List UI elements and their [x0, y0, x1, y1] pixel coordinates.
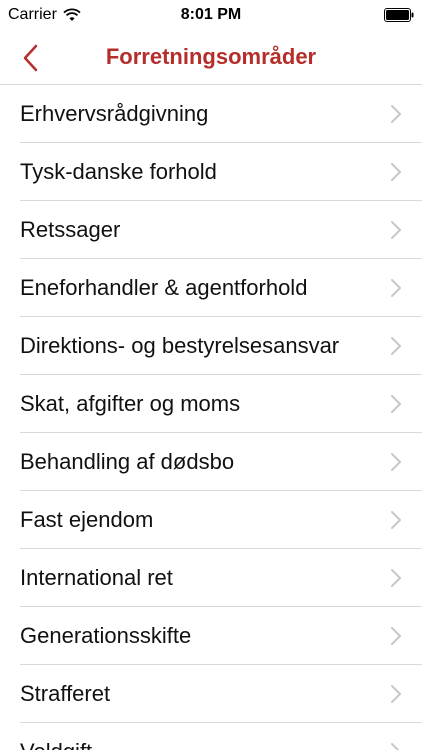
list-item-label: Voldgift — [20, 739, 92, 750]
navigation-bar: Forretningsområder — [0, 30, 422, 85]
chevron-right-icon — [391, 627, 401, 645]
chevron-right-icon — [391, 685, 401, 703]
list-item[interactable]: Direktions- og bestyrelsesansvar — [20, 317, 422, 375]
chevron-right-icon — [391, 105, 401, 123]
chevron-right-icon — [391, 395, 401, 413]
list-item[interactable]: Generationsskifte — [20, 607, 422, 665]
chevron-right-icon — [391, 279, 401, 297]
screen: Carrier 8:01 PM Forretningsområder Erhve… — [0, 0, 422, 750]
list-item[interactable]: Tysk-danske forhold — [20, 143, 422, 201]
list-item-label: International ret — [20, 565, 173, 590]
chevron-right-icon — [391, 453, 401, 471]
chevron-right-icon — [391, 221, 401, 239]
chevron-right-icon — [391, 569, 401, 587]
chevron-right-icon — [391, 163, 401, 181]
battery-icon — [384, 8, 414, 22]
list-item-label: Behandling af dødsbo — [20, 449, 235, 474]
list-item-label: Erhvervsrådgivning — [20, 101, 209, 126]
list-item[interactable]: Fast ejendom — [20, 491, 422, 549]
list-item[interactable]: Retssager — [20, 201, 422, 259]
status-bar: Carrier 8:01 PM — [0, 0, 422, 30]
list-item[interactable]: Erhvervsrådgivning — [20, 85, 422, 143]
chevron-right-icon — [391, 743, 400, 750]
business-areas-list: Erhvervsrådgivning Tysk-danske forhold R… — [0, 85, 422, 750]
status-time: 8:01 PM — [180, 6, 242, 23]
chevron-right-icon — [391, 337, 401, 355]
list-item-label: Skat, afgifter og moms — [20, 391, 241, 416]
list-item[interactable]: Eneforhandler & agentforhold — [20, 259, 422, 317]
list-item-label: Fast ejendom — [20, 507, 154, 532]
list-item[interactable]: Behandling af dødsbo — [20, 433, 422, 491]
list-item-label: Strafferet — [20, 681, 111, 706]
list-item-label: Retssager — [20, 217, 121, 242]
chevron-right-icon — [391, 511, 401, 529]
list-item[interactable]: Skat, afgifter og moms — [20, 375, 422, 433]
list-item-label: Direktions- og bestyrelsesansvar — [20, 333, 340, 358]
list-item-label: Generationsskifte — [20, 623, 192, 648]
list-item[interactable]: Strafferet — [20, 665, 422, 723]
list-item[interactable]: Voldgift — [20, 723, 422, 750]
list-item-label: Eneforhandler & agentforhold — [20, 275, 308, 300]
list-item-label: Tysk-danske forhold — [20, 159, 217, 184]
list-item[interactable]: International ret — [20, 549, 422, 607]
page-title: Forretningsområder — [105, 44, 317, 69]
